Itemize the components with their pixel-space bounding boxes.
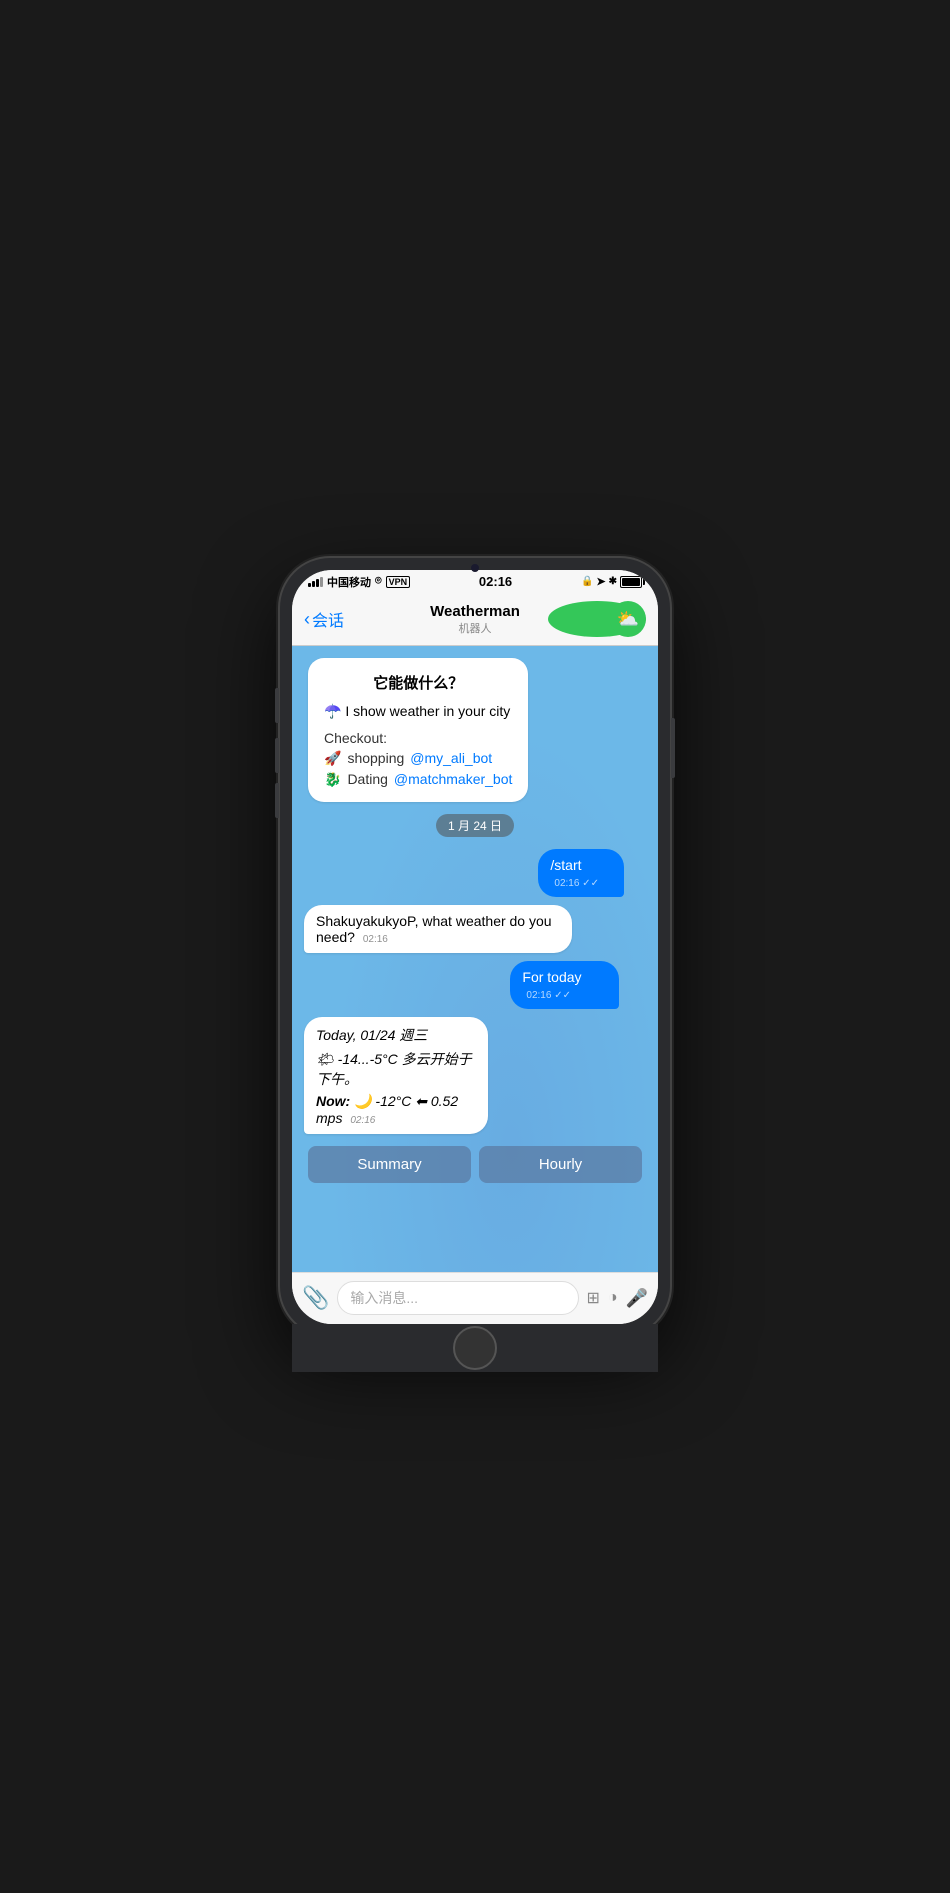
dating-link[interactable]: @matchmaker_bot <box>394 771 512 787</box>
shopping-text: shopping <box>347 750 404 766</box>
user-message-2: For today 02:16 ✓✓ <box>304 961 646 1009</box>
status-right: 🔒 ➤ ✱ <box>581 575 642 588</box>
nav-center: Weatherman 机器人 <box>402 603 549 636</box>
shopping-emoji: 🚀 <box>324 750 341 767</box>
checkout-label: Checkout: <box>324 730 387 746</box>
phone-screen: 中国移动 ⌾ VPN 02:16 🔒 ➤ ✱ ‹ 会话 Weatherman <box>292 570 658 1324</box>
input-placeholder: 输入消息... <box>350 1288 418 1308</box>
lock-icon: 🔒 <box>581 576 593 587</box>
bot-bubble-1: ShakuyakukyoP, what weather do you need?… <box>304 905 572 953</box>
bot-text-1: ShakuyakukyoP, what weather do you need? <box>316 913 552 945</box>
battery-icon <box>620 576 642 588</box>
date-divider: 1 月 24 日 <box>304 814 646 837</box>
bot-message-1: ShakuyakukyoP, what weather do you need?… <box>304 905 646 953</box>
status-left: 中国移动 ⌾ VPN <box>308 574 410 590</box>
phone-frame: 中国移动 ⌾ VPN 02:16 🔒 ➤ ✱ ‹ 会话 Weatherman <box>280 558 670 1336</box>
bluetooth-icon: ✱ <box>609 576 617 587</box>
chevron-left-icon: ‹ <box>304 609 310 630</box>
user-text-1: /start <box>550 857 581 873</box>
user-time-2: 02:16 ✓✓ <box>526 990 571 1001</box>
vpn-badge: VPN <box>386 576 411 588</box>
mic-icon[interactable]: 🎤 <box>626 1288 648 1309</box>
weather-message: Today, 01/24 週三 🌤 -14...-5°C 多云开始于下午。 No… <box>304 1017 646 1134</box>
hourly-button[interactable]: Hourly <box>479 1146 642 1183</box>
chat-area: 它能做什么？ ☂️ I show weather in your city Ch… <box>292 646 658 1272</box>
avatar-circle: ⛅ <box>610 601 646 637</box>
back-label: 会话 <box>312 607 344 631</box>
home-area <box>292 1324 658 1372</box>
shopping-link[interactable]: @my_ali_bot <box>410 750 492 766</box>
now-label: Now: <box>316 1093 350 1109</box>
check-marks-1: ✓✓ <box>582 878 599 889</box>
bot-subtitle: 机器人 <box>402 620 549 636</box>
check-marks-2: ✓✓ <box>554 990 571 1001</box>
carrier-label: 中国移动 <box>327 574 371 590</box>
bot-name: Weatherman <box>402 603 549 620</box>
welcome-title: 它能做什么？ <box>324 672 512 693</box>
weather-line1: Today, 01/24 週三 <box>316 1025 476 1045</box>
weather-bubble: Today, 01/24 週三 🌤 -14...-5°C 多云开始于下午。 No… <box>304 1017 488 1134</box>
weather-line3: Now: 🌙 -12°C ⬅ 0.52 mps 02:16 <box>316 1093 476 1126</box>
home-button[interactable] <box>453 1326 497 1370</box>
dating-text: Dating <box>347 771 387 787</box>
message-input-display[interactable]: 输入消息... <box>337 1281 578 1315</box>
input-icons: ⊞ ◑ 🎤 <box>587 1288 649 1309</box>
user-bubble-wrap-1: /start 02:16 ✓✓ <box>538 849 646 897</box>
sticker-icon[interactable]: ⊞ <box>587 1288 600 1308</box>
weather-line2: 🌤 -14...-5°C 多云开始于下午。 <box>316 1049 476 1089</box>
weather-time: 02:16 <box>350 1115 375 1126</box>
user-time-1: 02:16 ✓✓ <box>554 878 599 889</box>
dating-line: 🐉 Dating @matchmaker_bot <box>324 771 512 788</box>
wifi-icon: ⌾ <box>375 575 382 588</box>
signal-bars <box>308 577 323 587</box>
user-bubble-2: For today 02:16 ✓✓ <box>510 961 618 1009</box>
status-bar: 中国移动 ⌾ VPN 02:16 🔒 ➤ ✱ <box>292 570 658 594</box>
weather-bubble-wrap: Today, 01/24 週三 🌤 -14...-5°C 多云开始于下午。 No… <box>304 1017 533 1134</box>
time-value-1: 02:16 <box>554 878 579 889</box>
time-value-2: 02:16 <box>526 990 551 1001</box>
dating-emoji: 🐉 <box>324 771 341 788</box>
user-bubble-wrap-2: For today 02:16 ✓✓ <box>510 961 646 1009</box>
date-badge: 1 月 24 日 <box>436 814 514 837</box>
welcome-bubble: 它能做什么？ ☂️ I show weather in your city Ch… <box>308 658 528 802</box>
avatar-emoji: ⛅ <box>617 609 639 630</box>
nav-bar: ‹ 会话 Weatherman 机器人 ⛅ <box>292 594 658 646</box>
bot-avatar-button[interactable]: ⛅ <box>548 601 646 637</box>
input-bar: 📎 输入消息... ⊞ ◑ 🎤 <box>292 1272 658 1324</box>
back-button[interactable]: ‹ 会话 <box>304 607 402 631</box>
user-bubble-1: /start 02:16 ✓✓ <box>538 849 624 897</box>
battery-fill <box>622 578 640 586</box>
checkout-section: Checkout: 🚀 shopping @my_ali_bot 🐉 Datin… <box>324 730 512 788</box>
bot-time-1: 02:16 <box>363 934 388 945</box>
status-time: 02:16 <box>479 574 512 589</box>
quick-replies: Summary Hourly <box>304 1146 646 1183</box>
user-text-2: For today <box>522 969 581 985</box>
emoji-icon[interactable]: ◑ <box>608 1289 618 1307</box>
shopping-line: 🚀 shopping @my_ali_bot <box>324 750 512 767</box>
attachment-icon[interactable]: 📎 <box>302 1285 329 1311</box>
bot-bubble-wrap-1: ShakuyakukyoP, what weather do you need?… <box>304 905 639 953</box>
welcome-desc: ☂️ I show weather in your city <box>324 703 512 720</box>
location-icon: ➤ <box>596 575 605 588</box>
user-message-1: /start 02:16 ✓✓ <box>304 849 646 897</box>
summary-button[interactable]: Summary <box>308 1146 471 1183</box>
camera <box>471 564 479 572</box>
